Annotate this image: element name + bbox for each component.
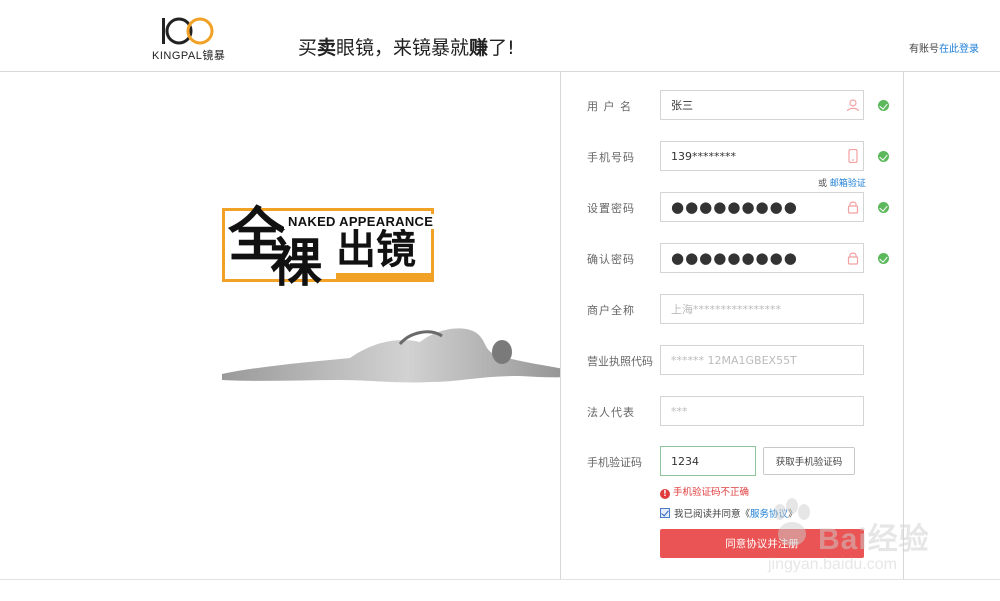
valid-check-icon (878, 100, 889, 111)
row-confirm-password: 确认密码 (561, 243, 905, 273)
slogan: 买卖眼镜，来镜暴就赚了! (298, 37, 515, 59)
site-header: KINGPAL镜暴 买卖眼镜，来镜暴就赚了! 有账号在此登录 (0, 0, 1000, 72)
merchant-name-input[interactable] (660, 294, 864, 324)
row-license-code: 营业执照代码 (561, 345, 905, 375)
phone-label: 手机号码 (587, 151, 635, 164)
banner-title-en: NAKED APPEARANCE (284, 214, 438, 229)
banner-title-char-2: 裸 (270, 233, 323, 294)
lock-icon (847, 201, 859, 214)
valid-check-icon (878, 151, 889, 162)
row-username: 用 户 名 (561, 90, 905, 120)
kingpal-logo[interactable]: KINGPAL镜暴 (152, 14, 226, 62)
email-verify-link[interactable]: 邮箱验证 (830, 179, 866, 189)
valid-check-icon (878, 253, 889, 264)
reclining-figure-image (222, 328, 592, 383)
banner-title-chars-3: 出镜 (336, 227, 416, 273)
legal-rep-input[interactable] (660, 396, 864, 426)
row-merchant-name: 商户全称 (561, 294, 905, 324)
row-phone: 手机号码 (561, 141, 905, 171)
password-label: 设置密码 (587, 202, 635, 215)
lock-icon (847, 252, 859, 265)
license-code-label: 营业执照代码 (587, 355, 653, 368)
user-icon (846, 99, 860, 112)
error-icon: ! (660, 489, 670, 499)
login-link[interactable]: 在此登录 (939, 44, 979, 55)
sms-code-label: 手机验证码 (587, 456, 642, 469)
legal-rep-label: 法人代表 (587, 406, 635, 419)
phone-input[interactable] (660, 141, 864, 171)
sms-code-input[interactable] (660, 446, 756, 476)
logo-mark-icon (162, 17, 214, 45)
watermark-url: jingyan.baidu.com (768, 556, 897, 573)
login-tip: 有账号在此登录 (909, 44, 979, 55)
confirm-password-input[interactable] (660, 243, 864, 273)
agree-checkbox[interactable] (660, 508, 670, 518)
banner-strip (336, 273, 432, 282)
sms-error-message: ! 手机验证码不正确 (660, 484, 749, 499)
get-sms-code-button[interactable]: 获取手机验证码 (763, 447, 855, 475)
password-input[interactable] (660, 192, 864, 222)
email-verify-alt: 或 邮箱验证 (818, 179, 866, 189)
logo-text: KINGPAL镜暴 (152, 50, 226, 62)
paw-icon (774, 498, 810, 546)
confirm-password-label: 确认密码 (587, 253, 635, 266)
row-password: 设置密码 (561, 192, 905, 222)
baidu-jingyan-watermark: Bai经验 jingyan.baidu.com (768, 492, 958, 582)
username-label: 用 户 名 (587, 100, 632, 113)
license-code-input[interactable] (660, 345, 864, 375)
row-legal-rep: 法人代表 (561, 396, 905, 426)
merchant-name-label: 商户全称 (587, 304, 635, 317)
phone-icon (848, 149, 858, 163)
valid-check-icon (878, 202, 889, 213)
username-input[interactable] (660, 90, 864, 120)
watermark-brand: Bai经验 (818, 523, 930, 556)
